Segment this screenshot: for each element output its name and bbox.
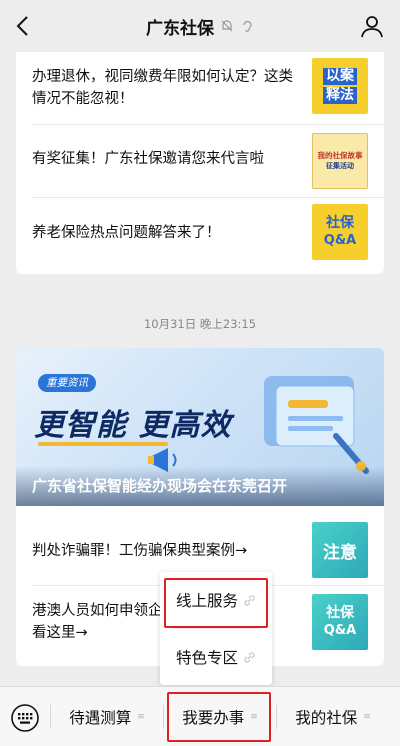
article-title-part: 看这里→ — [32, 625, 88, 641]
menu-tab-label: 待遇测算 — [69, 709, 132, 727]
thumb-text: 征集活动 — [326, 162, 354, 170]
thumb-text: 社保 — [326, 215, 354, 231]
menu-tab-my-social-security[interactable]: 我的社保 ≡ — [277, 687, 389, 746]
submenu-item-online-service[interactable]: 线上服务 — [160, 572, 272, 628]
article-item[interactable]: 养老保险热点问题解答来了！ 社保 Q&A — [16, 198, 384, 268]
menu-tab-label: 我的社保 — [295, 709, 358, 727]
banner-caption: 广东省社保智能经办现场会在东莞召开 — [32, 477, 288, 495]
article-title: 有奖征集！广东社保邀请您来代言啦 — [32, 151, 264, 167]
article-thumbnail: 注意 — [312, 522, 368, 578]
link-icon — [244, 651, 255, 663]
article-title: 判处诈骗罪！工伤骗保典型案例→ — [32, 543, 248, 559]
page-title: 广东社保 — [146, 18, 214, 39]
banner-underline — [38, 442, 168, 446]
link-icon — [244, 594, 255, 606]
banner-headline: 更智能 更高效 — [34, 408, 232, 443]
submenu-popup: 线上服务 特色专区 — [160, 572, 272, 685]
article-thumbnail: 以案 释法 — [312, 58, 368, 114]
thumb-text: 以案 — [323, 68, 357, 85]
ear-icon — [243, 20, 252, 32]
menu-lines-icon: ≡ — [250, 712, 258, 722]
menu-lines-icon: ≡ — [137, 712, 145, 722]
article-item[interactable]: 办理退休，视同缴费年限如何认定？这类情况不能忽视！ 以案 释法 — [16, 52, 384, 122]
title-group: 广东社保 — [146, 14, 254, 39]
thumb-text: 社保 — [326, 605, 354, 621]
article-title: 养老保险热点问题解答来了！ — [32, 225, 221, 241]
bottom-menu-bar: 待遇测算 ≡ 我要办事 ≡ 我的社保 ≡ — [0, 686, 400, 746]
top-nav-bar: 广东社保 — [0, 0, 400, 52]
keyboard-icon[interactable] — [10, 703, 40, 733]
submenu-item-special-zone[interactable]: 特色专区 — [160, 629, 272, 685]
menu-tab-benefit-calc[interactable]: 待遇测算 ≡ — [51, 687, 163, 746]
thumb-text: Q&A — [323, 623, 357, 638]
article-thumbnail: 社保 Q&A — [312, 204, 368, 260]
submenu-item-label: 线上服务 — [176, 592, 239, 610]
article-card: 办理退休，视同缴费年限如何认定？这类情况不能忽视！ 以案 释法 有奖征集！广东社… — [16, 52, 384, 274]
headline-banner[interactable]: 重要资讯 更智能 更高效 广东省社保智能经办现场会在东莞召开 — [16, 348, 384, 506]
submenu-item-label: 特色专区 — [176, 649, 239, 667]
thumb-text: 我的社保故事 — [317, 151, 363, 160]
menu-tab-label: 我要办事 — [182, 709, 245, 727]
article-item[interactable]: 有奖征集！广东社保邀请您来代言啦 我的社保故事 征集活动 — [16, 125, 384, 195]
banner-tag: 重要资讯 — [38, 374, 96, 392]
article-thumbnail: 我的社保故事 征集活动 — [312, 133, 368, 189]
menu-tab-services[interactable]: 我要办事 ≡ — [164, 687, 276, 746]
thumb-text: 释法 — [323, 87, 357, 104]
article-thumbnail: 社保 Q&A — [312, 594, 368, 650]
message-timestamp: 10月31日 晚上23:15 — [143, 317, 257, 331]
menu-lines-icon: ≡ — [363, 712, 371, 722]
article-title-part: 港澳人员如何申领企 — [32, 603, 163, 619]
thumb-text: 注意 — [323, 542, 357, 563]
mute-bell-icon — [221, 20, 233, 32]
user-profile-icon[interactable] — [358, 12, 386, 40]
back-arrow-icon[interactable] — [10, 12, 38, 40]
article-title: 办理退休，视同缴费年限如何认定？这类情况不能忽视！ — [32, 69, 293, 107]
thumb-text: Q&A — [323, 233, 357, 248]
